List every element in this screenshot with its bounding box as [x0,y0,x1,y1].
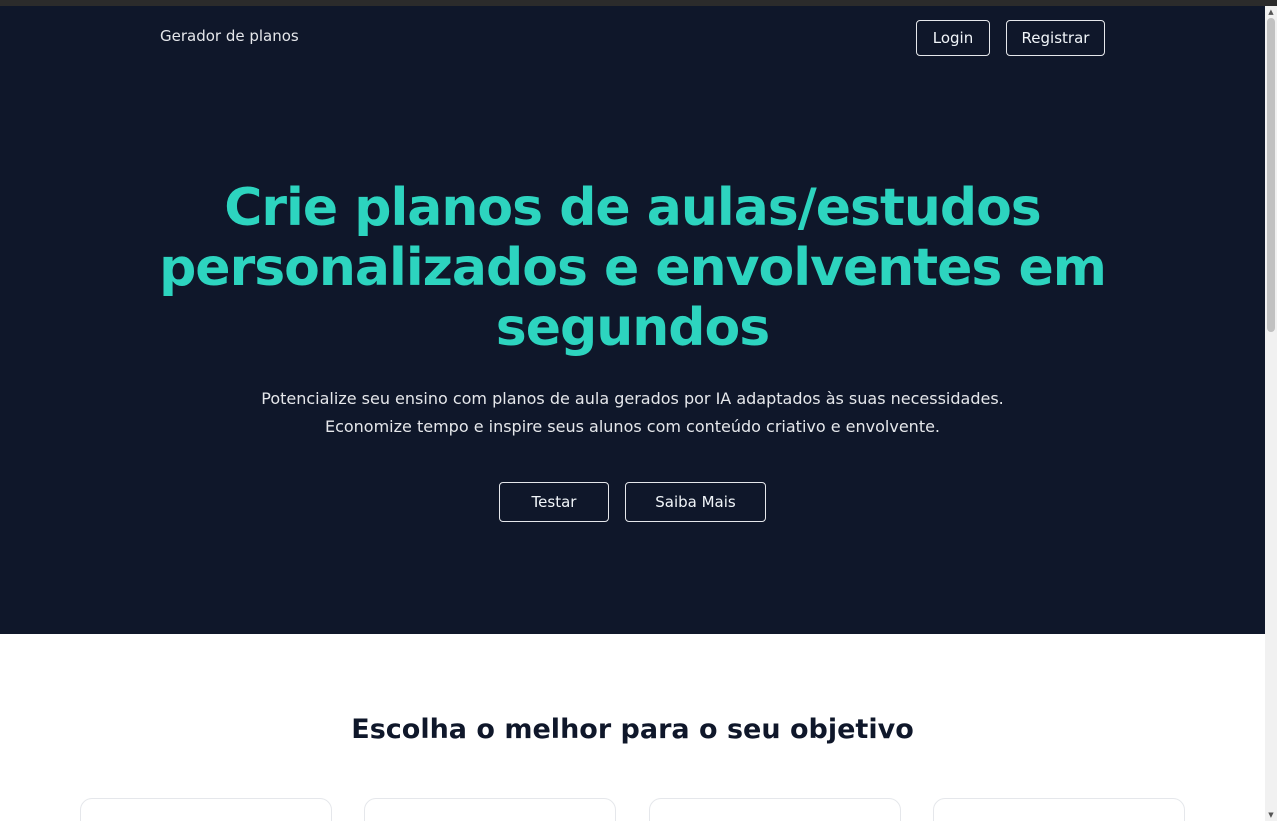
plan-card[interactable] [80,798,332,821]
plan-card[interactable] [933,798,1185,821]
login-button[interactable]: Login [916,20,990,56]
register-button[interactable]: Registrar [1006,20,1105,56]
hero-subtitle-line-1: Potencialize seu ensino com planos de au… [261,389,1004,408]
page: Gerador de planos Login Registrar Crie p… [0,6,1265,821]
plan-card[interactable] [364,798,616,821]
triangle-up-icon[interactable]: ▲ [1265,6,1277,18]
learn-more-button[interactable]: Saiba Mais [625,482,766,522]
scrollbar-thumb[interactable] [1267,18,1275,332]
vertical-scrollbar[interactable]: ▲ ▼ [1265,6,1277,821]
brand-name[interactable]: Gerador de planos [160,27,299,45]
hero-section: Gerador de planos Login Registrar Crie p… [0,6,1265,634]
triangle-down-icon[interactable]: ▼ [1265,809,1277,821]
hero-title: Crie planos de aulas/estudos personaliza… [159,178,1107,358]
plan-card[interactable] [649,798,901,821]
test-button[interactable]: Testar [499,482,609,522]
hero-subtitle-line-2: Economize tempo e inspire seus alunos co… [324,417,941,436]
plans-section-title: Escolha o melhor para o seu objetivo [351,714,914,745]
hero-subtitle: Potencialize seu ensino com planos de au… [230,385,1035,441]
